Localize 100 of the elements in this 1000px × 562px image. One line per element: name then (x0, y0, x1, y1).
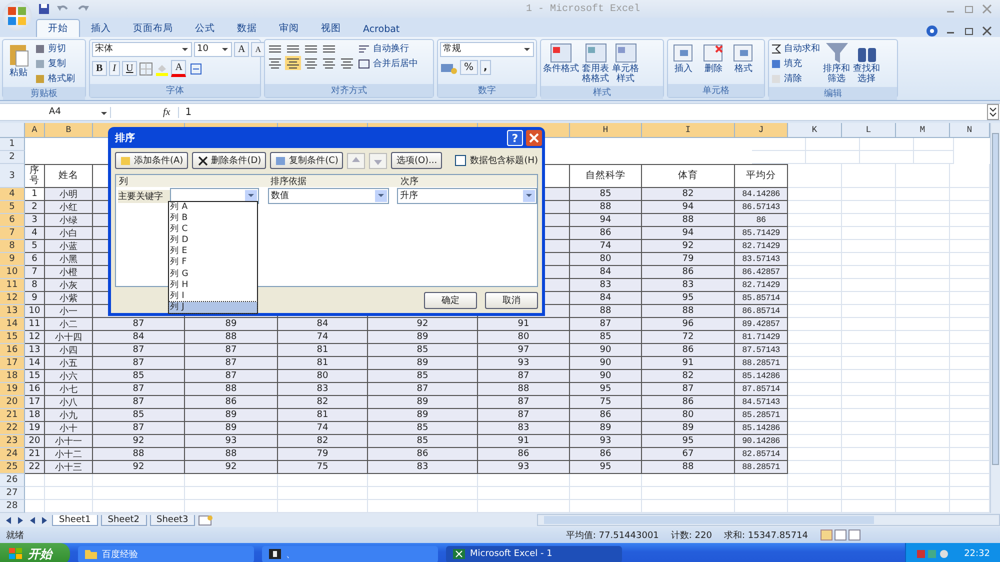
table-cell[interactable]: 82.71429 (735, 279, 788, 292)
table-cell[interactable]: 83.57143 (735, 253, 788, 266)
editing-button[interactable]: 查找和选择 (853, 42, 880, 84)
table-cell[interactable]: 91 (642, 357, 735, 370)
dropdown-option[interactable]: 列 A (169, 202, 257, 214)
table-cell[interactable]: 小明 (45, 188, 93, 201)
table-cell[interactable]: 80 (642, 409, 735, 422)
row-header[interactable]: 18 (0, 370, 25, 383)
empty-cell[interactable] (896, 474, 950, 487)
table-cell[interactable]: 87 (185, 344, 278, 357)
align-icon[interactable] (321, 56, 337, 70)
table-cell[interactable]: 86 (368, 448, 478, 461)
row-header[interactable]: 21 (0, 409, 25, 422)
checkbox[interactable] (455, 155, 466, 166)
table-cell[interactable]: 83 (278, 383, 368, 396)
empty-cell[interactable] (896, 435, 950, 448)
row-header[interactable]: 26 (0, 474, 25, 487)
table-cell[interactable]: 89 (185, 318, 278, 331)
table-cell[interactable]: 4 (25, 227, 45, 240)
column-header[interactable]: L (842, 123, 896, 138)
table-cell[interactable]: 86.85714 (735, 305, 788, 318)
empty-cell[interactable] (842, 370, 896, 383)
row-header[interactable]: 1 (0, 138, 25, 151)
move-up-icon[interactable] (347, 152, 366, 168)
dropdown-option[interactable]: 列 H (169, 280, 257, 291)
table-cell[interactable]: 95 (570, 383, 642, 396)
table-cell[interactable]: 94 (642, 201, 735, 214)
table-cell[interactable]: 87.85714 (735, 383, 788, 396)
phonetic-guide-icon[interactable] (188, 62, 204, 76)
table-cell[interactable]: 81 (278, 409, 368, 422)
grow-font-button[interactable]: A (234, 42, 250, 57)
percent-button[interactable]: % (460, 60, 478, 75)
table-cell[interactable]: 21 (25, 448, 45, 461)
table-cell[interactable]: 小紫 (45, 292, 93, 305)
column-header[interactable]: I (642, 123, 735, 138)
table-cell[interactable]: 88 (642, 305, 735, 318)
table-cell[interactable]: 89 (368, 409, 478, 422)
table-cell[interactable]: 89 (642, 422, 735, 435)
empty-cell[interactable] (842, 164, 896, 188)
name-box[interactable]: A4 (0, 106, 111, 118)
table-cell[interactable]: 92 (93, 461, 185, 474)
table-cell[interactable]: 83 (368, 461, 478, 474)
vertical-scrollbar[interactable] (990, 123, 1000, 513)
table-cell[interactable]: 85.71429 (735, 227, 788, 240)
help-icon[interactable] (926, 25, 938, 37)
table-cell[interactable]: 89 (368, 331, 478, 344)
table-cell[interactable]: 74 (278, 331, 368, 344)
table-cell[interactable]: 88 (185, 448, 278, 461)
row-header[interactable]: 5 (0, 201, 25, 214)
table-cell[interactable]: 95 (570, 461, 642, 474)
taskbar-item[interactable]: Microsoft Excel - 1 (446, 546, 622, 562)
empty-cell[interactable] (788, 474, 842, 487)
table-cell[interactable]: 89 (368, 396, 478, 409)
table-cell[interactable]: 84.14286 (735, 188, 788, 201)
table-cell[interactable]: 小橙 (45, 266, 93, 279)
table-cell[interactable]: 8 (25, 279, 45, 292)
table-cell[interactable]: 85 (368, 370, 478, 383)
table-cell[interactable]: 86 (570, 409, 642, 422)
column-header[interactable]: J (735, 123, 788, 138)
table-cell[interactable]: 84 (93, 331, 185, 344)
table-cell[interactable]: 74 (278, 422, 368, 435)
empty-cell[interactable] (896, 164, 950, 188)
ok-button[interactable]: 确定 (424, 292, 477, 309)
table-cell[interactable]: 87.57143 (735, 344, 788, 357)
table-cell[interactable]: 87 (93, 344, 185, 357)
comma-button[interactable]: , (480, 60, 492, 75)
merge-center-button[interactable]: 合并后居中 (358, 57, 418, 70)
empty-cell[interactable] (896, 409, 950, 422)
table-cell[interactable]: 88 (642, 461, 735, 474)
table-cell[interactable]: 89 (368, 357, 478, 370)
table-cell[interactable]: 83 (478, 422, 570, 435)
cells-button[interactable]: 格式 (730, 42, 757, 74)
table-cell[interactable]: 16 (25, 383, 45, 396)
table-cell[interactable]: 85.14286 (735, 370, 788, 383)
table-cell[interactable]: 88 (570, 305, 642, 318)
table-cell[interactable]: 14 (25, 357, 45, 370)
empty-cell[interactable] (842, 227, 896, 240)
empty-cell[interactable] (368, 487, 478, 500)
empty-cell[interactable] (896, 279, 950, 292)
empty-cell[interactable] (914, 151, 954, 164)
table-cell[interactable]: 94 (642, 227, 735, 240)
empty-cell[interactable] (185, 474, 278, 487)
table-cell[interactable]: 80 (478, 331, 570, 344)
row-header[interactable]: 6 (0, 214, 25, 227)
table-cell[interactable]: 13 (25, 344, 45, 357)
empty-cell[interactable] (914, 138, 954, 151)
styles-button[interactable]: 条件格式 (543, 42, 579, 74)
italic-button[interactable]: I (108, 61, 120, 76)
row-header[interactable]: 20 (0, 396, 25, 409)
table-cell[interactable]: 85.28571 (735, 409, 788, 422)
table-cell[interactable]: 87 (478, 409, 570, 422)
taskbar-item[interactable]: 百度经验 (78, 546, 254, 562)
table-cell[interactable]: 85 (368, 435, 478, 448)
table-cell[interactable]: 88 (185, 383, 278, 396)
empty-cell[interactable] (896, 240, 950, 253)
row-header[interactable]: 2 (0, 151, 25, 164)
table-cell[interactable]: 79 (642, 253, 735, 266)
table-cell[interactable]: 93 (478, 461, 570, 474)
help-button[interactable]: ? (507, 130, 523, 146)
table-cell[interactable]: 85 (93, 370, 185, 383)
